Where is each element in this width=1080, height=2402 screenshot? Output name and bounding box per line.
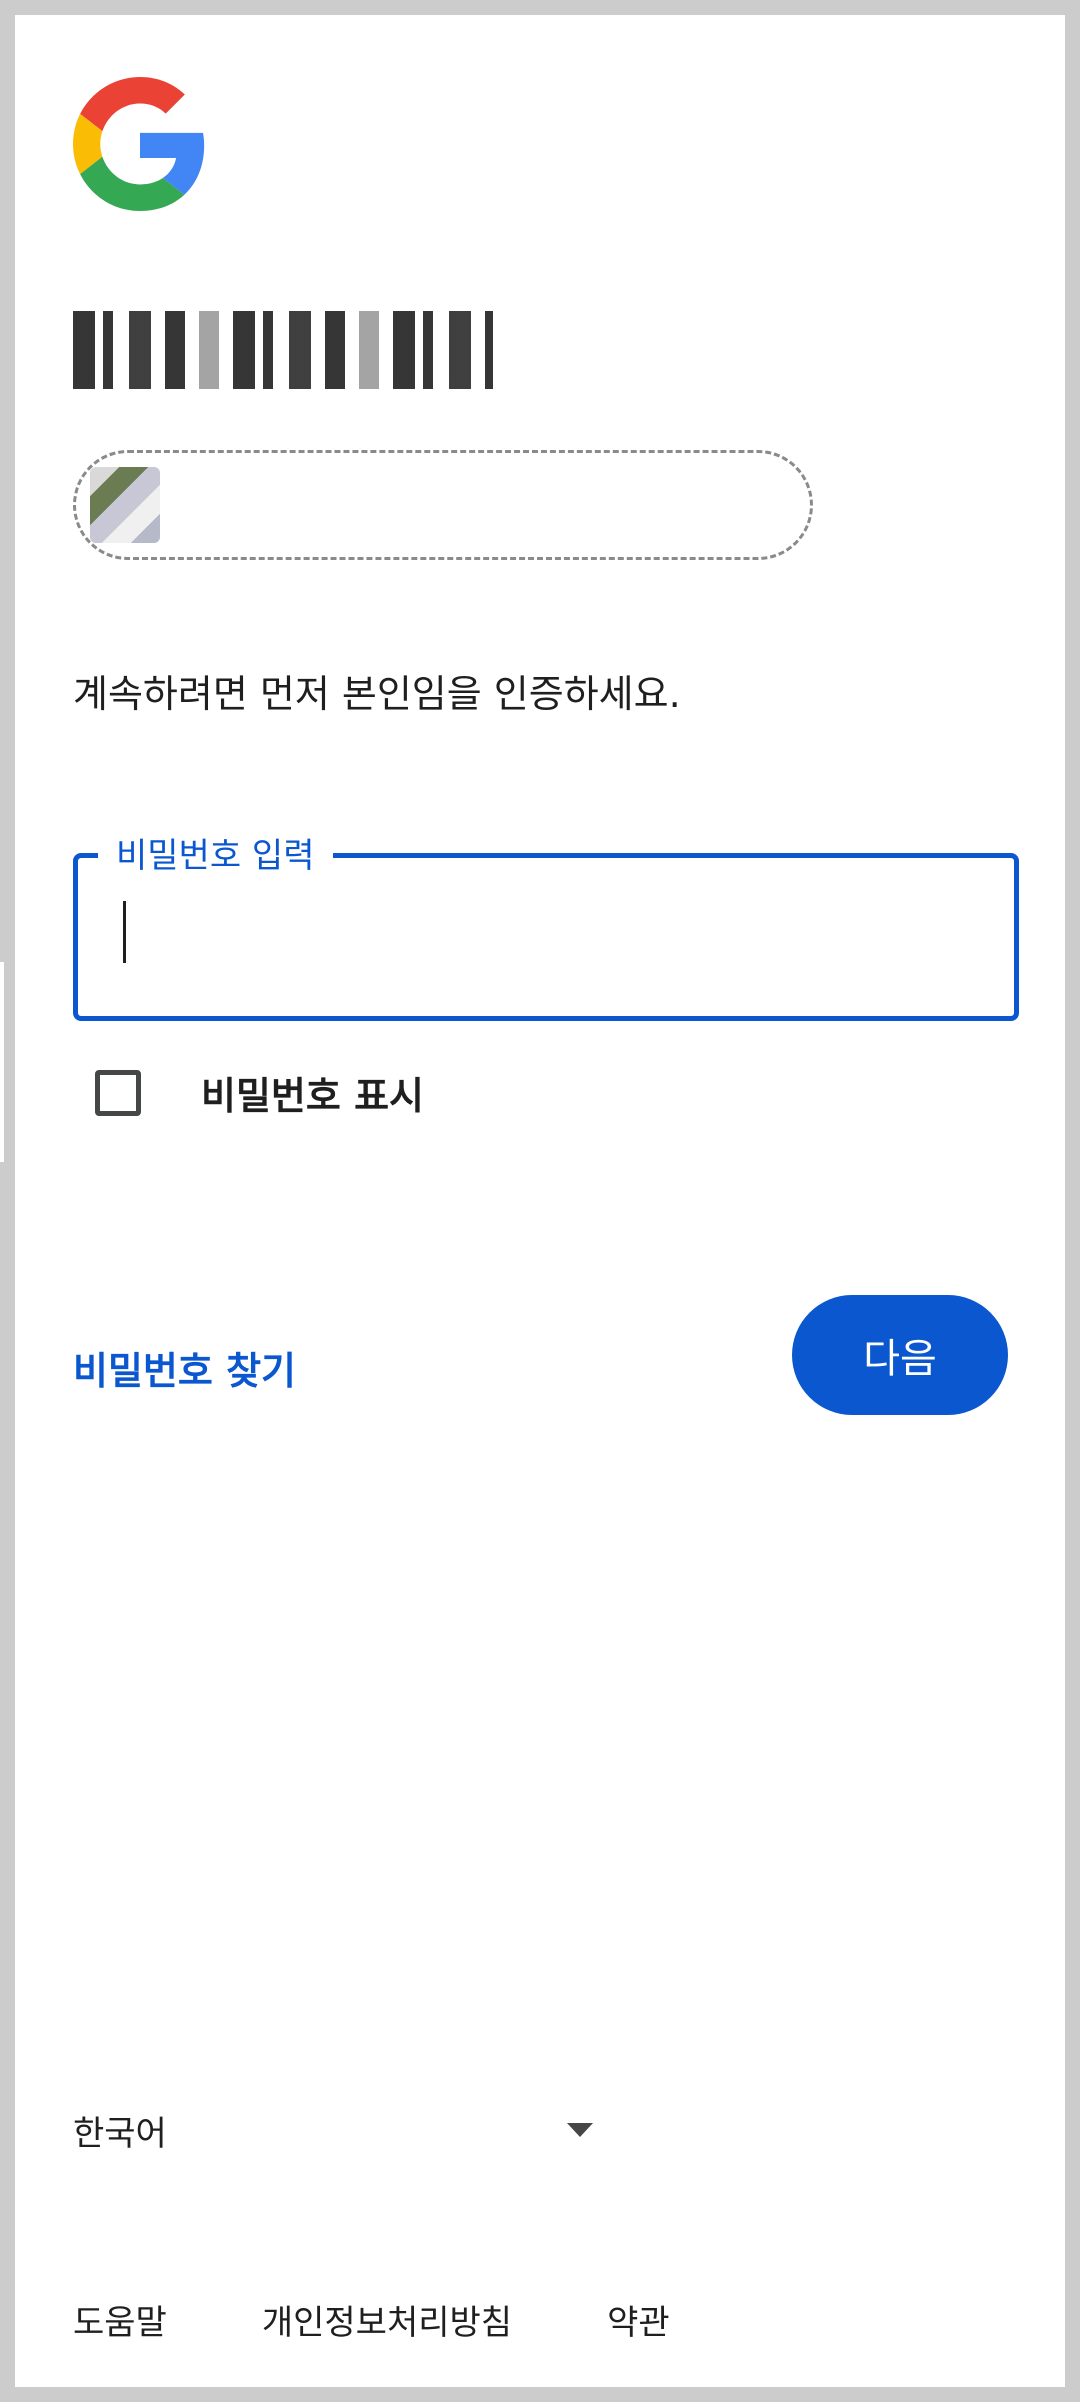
password-input[interactable] [118, 898, 982, 970]
show-password-checkbox[interactable] [95, 1069, 141, 1116]
language-selector[interactable]: 한국어 [73, 2100, 593, 2160]
google-g-icon [73, 77, 205, 211]
text-caret [123, 901, 126, 963]
account-chip[interactable] [73, 450, 813, 560]
verify-instruction: 계속하려면 먼저 본인임을 인증하세요. [73, 672, 681, 716]
edge-divider [0, 962, 4, 1162]
help-link[interactable]: 도움말 [73, 2295, 167, 2344]
show-password-label: 비밀번호 표시 [201, 1074, 424, 1118]
forgot-password-link[interactable]: 비밀번호 찾기 [73, 1340, 296, 1395]
password-field[interactable]: 비밀번호 입력 [73, 828, 1019, 1021]
terms-link[interactable]: 약관 [607, 2295, 670, 2344]
next-button[interactable]: 다음 [792, 1295, 1008, 1415]
privacy-link[interactable]: 개인정보처리방침 [262, 2295, 512, 2344]
footer-links: 도움말 개인정보처리방침 약관 [73, 2295, 670, 2344]
signin-page: 계속하려면 먼저 본인임을 인증하세요. 비밀번호 입력 비밀번호 표시 비밀번… [15, 15, 1065, 2387]
redacted-name-block [73, 311, 493, 389]
avatar [90, 467, 160, 543]
language-label: 한국어 [73, 2113, 167, 2154]
page-title [73, 311, 493, 389]
chevron-down-icon [567, 2123, 593, 2137]
password-field-label: 비밀번호 입력 [98, 828, 333, 877]
show-password-toggle[interactable]: 비밀번호 표시 [95, 1065, 424, 1120]
